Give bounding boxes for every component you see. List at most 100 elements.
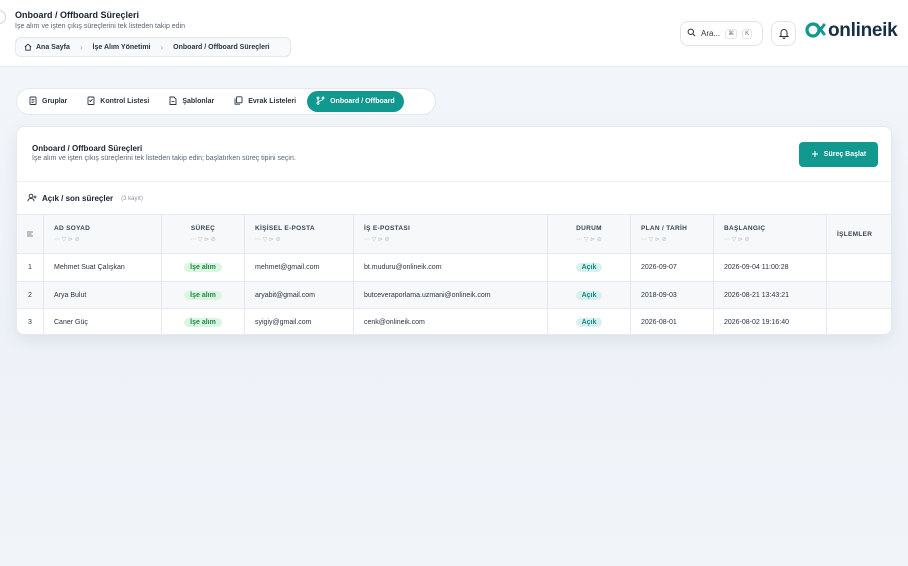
- tab-checklist[interactable]: Kontrol Listesi: [78, 91, 158, 112]
- notifications-button[interactable]: [771, 21, 796, 46]
- back-button[interactable]: [0, 10, 6, 24]
- status-cell: Açık: [548, 281, 631, 309]
- template-icon: [169, 96, 177, 107]
- list-title: Açık / son süreçler: [42, 194, 114, 203]
- process-badge: İşe alım: [184, 263, 222, 272]
- start-cell: 2026-08-02 19:16:40: [714, 309, 827, 334]
- plus-icon: [811, 150, 819, 160]
- column-label: İŞLEMLER: [837, 230, 873, 238]
- row-number: 2: [17, 281, 44, 309]
- breadcrumb-label: İşe Alım Yönetimi: [92, 43, 151, 51]
- name-cell: Caner Güç: [44, 309, 162, 334]
- process-table: AD SOYAD ⋯ ▽ ⊳ ⊘ SÜREÇ ⋯ ▽ ⊳ ⊘ KİŞİSEL E…: [17, 214, 891, 334]
- column-tools[interactable]: ⋯ ▽ ⊳ ⊘: [576, 236, 602, 243]
- logo-mark-icon: [804, 20, 826, 42]
- start-process-button[interactable]: Süreç Başlat: [799, 142, 878, 167]
- section-tabs: Gruplar Kontrol Listesi Şablonlar Evrak …: [16, 88, 436, 115]
- clipboard-icon: [29, 96, 37, 107]
- bell-icon: [778, 27, 790, 41]
- shortcut-cmd: ⌘: [725, 28, 738, 39]
- start-process-label: Süreç Başlat: [823, 151, 867, 158]
- row-number: 1: [17, 254, 44, 281]
- column-menu[interactable]: [17, 215, 44, 253]
- personal-email-cell: mehmet@gmail.com: [245, 254, 354, 281]
- tab-label: Şablonlar: [182, 98, 215, 105]
- tab-onboard-offboard[interactable]: Onboard / Offboard: [307, 91, 404, 112]
- table-row[interactable]: 2 Arya Bulut İşe alım aryabit@gmail.com …: [17, 281, 891, 309]
- breadcrumb-home[interactable]: Ana Sayfa: [24, 43, 70, 51]
- column-label: SÜREÇ: [190, 225, 216, 232]
- tab-label: Onboard / Offboard: [330, 98, 395, 105]
- plan-date-cell: 2026-09-07: [631, 254, 714, 281]
- tab-templates[interactable]: Şablonlar: [160, 91, 223, 112]
- search-button[interactable]: Ara... ⌘ K: [680, 21, 763, 46]
- page-subtitle: İşe alım ve işten çıkış süreçlerini tek …: [15, 23, 186, 30]
- column-tools[interactable]: ⋯ ▽ ⊳ ⊘: [255, 236, 343, 243]
- branch-icon: [316, 96, 325, 107]
- chevron-right-icon: ›: [160, 42, 164, 52]
- table-row[interactable]: 1 Mehmet Suat Çalışkan İşe alım mehmet@g…: [17, 254, 891, 282]
- brand-logo: onlineik: [804, 20, 898, 42]
- status-badge: Açık: [575, 290, 603, 300]
- work-email-cell: cenk@onlineik.com: [354, 309, 548, 334]
- actions-cell[interactable]: [827, 254, 891, 281]
- column-tools[interactable]: ⋯ ▽ ⊳ ⊘: [54, 236, 151, 243]
- user-add-icon: [27, 193, 37, 204]
- top-header: Onboard / Offboard Süreçleri İşe alım ve…: [0, 0, 908, 67]
- status-cell: Açık: [548, 254, 631, 281]
- name-cell: Mehmet Suat Çalışkan: [44, 254, 162, 281]
- card-title: Onboard / Offboard Süreçleri: [32, 144, 143, 153]
- column-label: AD SOYAD: [54, 225, 91, 232]
- work-email-cell: bt.muduru@onlineik.com: [354, 254, 548, 281]
- card-subtitle: İşe alım ve işten çıkış süreçlerini tek …: [32, 155, 296, 162]
- name-cell: Arya Bulut: [44, 281, 162, 309]
- process-badge: İşe alım: [184, 290, 222, 300]
- column-tools[interactable]: ⋯ ▽ ⊳ ⊘: [641, 236, 703, 243]
- tab-label: Kontrol Listesi: [100, 98, 150, 105]
- status-cell: Açık: [548, 309, 631, 334]
- table-row[interactable]: 3 Caner Güç İşe alım syigiy@gmail.com ce…: [17, 309, 891, 334]
- column-tools[interactable]: ⋯ ▽ ⊳ ⊘: [364, 236, 537, 243]
- status-badge: Açık: [575, 263, 603, 272]
- status-badge: Açık: [575, 318, 603, 327]
- column-label: BAŞLANGIÇ: [724, 225, 766, 232]
- shortcut-key: K: [742, 28, 753, 39]
- breadcrumb-recruitment[interactable]: İşe Alım Yönetimi: [93, 44, 151, 51]
- column-start: BAŞLANGIÇ ⋯ ▽ ⊳ ⊘: [714, 215, 827, 253]
- column-actions: İŞLEMLER: [827, 215, 891, 253]
- column-label: İŞ E-POSTASI: [364, 225, 411, 232]
- tab-groups[interactable]: Gruplar: [20, 91, 76, 112]
- work-email-cell: butceveraporlama.uzmani@onlineik.com: [354, 281, 548, 309]
- column-label: PLAN / TARİH: [641, 225, 688, 232]
- process-card: Onboard / Offboard Süreçleri İşe alım ve…: [16, 126, 892, 335]
- checklist-icon: [87, 96, 95, 107]
- table-header: AD SOYAD ⋯ ▽ ⊳ ⊘ SÜREÇ ⋯ ▽ ⊳ ⊘ KİŞİSEL E…: [17, 214, 891, 254]
- tab-label: Evrak Listeleri: [248, 98, 297, 105]
- plan-date-cell: 2018-09-03: [631, 281, 714, 309]
- process-cell: İşe alım: [162, 254, 245, 281]
- column-name: AD SOYAD ⋯ ▽ ⊳ ⊘: [44, 215, 162, 253]
- documents-icon: [234, 96, 243, 107]
- column-process: SÜREÇ ⋯ ▽ ⊳ ⊘: [162, 215, 245, 253]
- personal-email-cell: aryabit@gmail.com: [245, 281, 354, 309]
- column-label: KİŞİSEL E-POSTA: [255, 225, 315, 232]
- row-number: 3: [17, 309, 44, 334]
- breadcrumb-label: Onboard / Offboard Süreçleri: [173, 43, 270, 51]
- process-cell: İşe alım: [162, 281, 245, 309]
- page-title: Onboard / Offboard Süreçleri: [15, 10, 140, 20]
- logo-text: onlineik: [828, 20, 898, 41]
- actions-cell[interactable]: [827, 282, 891, 309]
- column-label: DURUM: [576, 225, 602, 232]
- process-cell: İşe alım: [162, 309, 245, 334]
- column-work-email: İŞ E-POSTASI ⋯ ▽ ⊳ ⊘: [354, 215, 548, 253]
- column-tools[interactable]: ⋯ ▽ ⊳ ⊘: [190, 236, 216, 243]
- actions-cell[interactable]: [827, 309, 891, 334]
- tab-document-lists[interactable]: Evrak Listeleri: [225, 91, 305, 112]
- home-icon: [24, 43, 32, 51]
- search-label: Ara...: [701, 29, 721, 38]
- column-personal-email: KİŞİSEL E-POSTA ⋯ ▽ ⊳ ⊘: [245, 215, 354, 253]
- tab-label: Gruplar: [42, 98, 68, 105]
- personal-email-cell: syigiy@gmail.com: [245, 309, 354, 334]
- column-tools[interactable]: ⋯ ▽ ⊳ ⊘: [724, 236, 816, 243]
- breadcrumb-label: Ana Sayfa: [36, 43, 70, 51]
